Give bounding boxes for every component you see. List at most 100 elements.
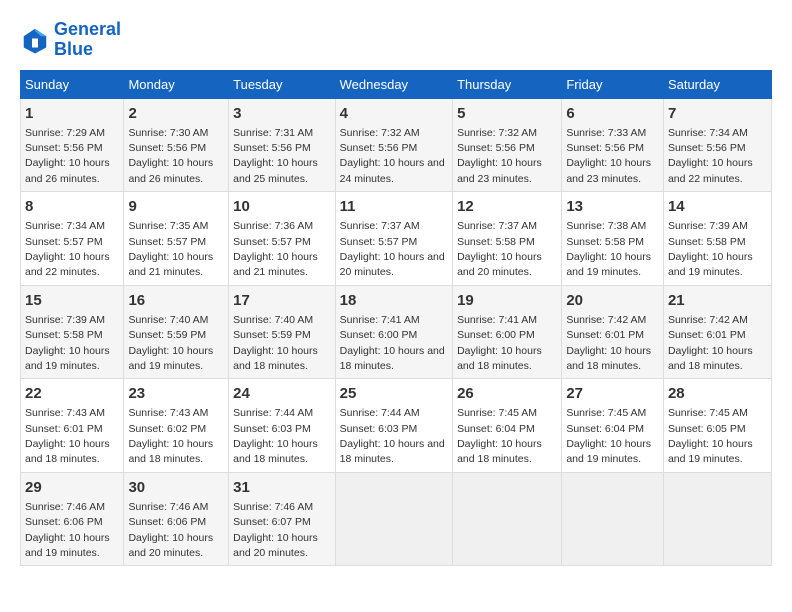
sunrise-info: Sunrise: 7:42 AMSunset: 6:01 PMDaylight:… [566, 314, 651, 372]
sunrise-info: Sunrise: 7:32 AMSunset: 5:56 PMDaylight:… [457, 127, 542, 185]
header-monday: Monday [124, 70, 229, 98]
day-number: 24 [233, 383, 331, 404]
calendar-cell: 11 Sunrise: 7:37 AMSunset: 5:57 PMDayligh… [335, 192, 452, 286]
calendar-cell: 29 Sunrise: 7:46 AMSunset: 6:06 PMDayligh… [21, 472, 124, 566]
calendar-cell: 16 Sunrise: 7:40 AMSunset: 5:59 PMDayligh… [124, 285, 229, 379]
day-number: 19 [457, 290, 557, 311]
calendar-cell: 24 Sunrise: 7:44 AMSunset: 6:03 PMDayligh… [229, 379, 336, 473]
logo-icon [20, 25, 50, 55]
sunrise-info: Sunrise: 7:45 AMSunset: 6:05 PMDaylight:… [668, 407, 753, 465]
sunrise-info: Sunrise: 7:42 AMSunset: 6:01 PMDaylight:… [668, 314, 753, 372]
day-number: 11 [340, 196, 448, 217]
day-number: 14 [668, 196, 767, 217]
day-number: 30 [128, 477, 224, 498]
calendar-table: SundayMondayTuesdayWednesdayThursdayFrid… [20, 70, 772, 567]
calendar-cell: 1 Sunrise: 7:29 AMSunset: 5:56 PMDaylight… [21, 98, 124, 192]
sunrise-info: Sunrise: 7:35 AMSunset: 5:57 PMDaylight:… [128, 220, 213, 278]
day-number: 17 [233, 290, 331, 311]
header-tuesday: Tuesday [229, 70, 336, 98]
day-number: 29 [25, 477, 119, 498]
day-number: 23 [128, 383, 224, 404]
sunrise-info: Sunrise: 7:38 AMSunset: 5:58 PMDaylight:… [566, 220, 651, 278]
calendar-cell: 13 Sunrise: 7:38 AMSunset: 5:58 PMDayligh… [562, 192, 664, 286]
page-header: General Blue [20, 20, 772, 60]
sunrise-info: Sunrise: 7:33 AMSunset: 5:56 PMDaylight:… [566, 127, 651, 185]
calendar-cell: 21 Sunrise: 7:42 AMSunset: 6:01 PMDayligh… [663, 285, 771, 379]
sunrise-info: Sunrise: 7:44 AMSunset: 6:03 PMDaylight:… [340, 407, 445, 465]
sunrise-info: Sunrise: 7:39 AMSunset: 5:58 PMDaylight:… [25, 314, 110, 372]
calendar-cell [335, 472, 452, 566]
calendar-cell: 27Sunrise: 7:45 AMSunset: 6:04 PMDayligh… [562, 379, 664, 473]
day-number: 1 [25, 103, 119, 124]
calendar-row: 8Sunrise: 7:34 AMSunset: 5:57 PMDaylight… [21, 192, 772, 286]
header-sunday: Sunday [21, 70, 124, 98]
sunrise-info: Sunrise: 7:39 AMSunset: 5:58 PMDaylight:… [668, 220, 753, 278]
calendar-row: 22 Sunrise: 7:43 AMSunset: 6:01 PMDayligh… [21, 379, 772, 473]
sunrise-info: Sunrise: 7:31 AMSunset: 5:56 PMDaylight:… [233, 127, 318, 185]
calendar-cell [453, 472, 562, 566]
day-number: 12 [457, 196, 557, 217]
sunrise-info: Sunrise: 7:36 AMSunset: 5:57 PMDaylight:… [233, 220, 318, 278]
day-number: 21 [668, 290, 767, 311]
calendar-cell: 3Sunrise: 7:31 AMSunset: 5:56 PMDaylight… [229, 98, 336, 192]
calendar-row: 1 Sunrise: 7:29 AMSunset: 5:56 PMDaylight… [21, 98, 772, 192]
day-number: 31 [233, 477, 331, 498]
sunrise-info: Sunrise: 7:45 AMSunset: 6:04 PMDaylight:… [457, 407, 542, 465]
day-number: 9 [128, 196, 224, 217]
day-number: 26 [457, 383, 557, 404]
header-row: SundayMondayTuesdayWednesdayThursdayFrid… [21, 70, 772, 98]
day-number: 20 [566, 290, 659, 311]
calendar-cell: 19 Sunrise: 7:41 AMSunset: 6:00 PMDayligh… [453, 285, 562, 379]
calendar-cell: 25Sunrise: 7:44 AMSunset: 6:03 PMDayligh… [335, 379, 452, 473]
calendar-cell: 9 Sunrise: 7:35 AMSunset: 5:57 PMDaylight… [124, 192, 229, 286]
calendar-cell: 14 Sunrise: 7:39 AMSunset: 5:58 PMDayligh… [663, 192, 771, 286]
calendar-cell: 20 Sunrise: 7:42 AMSunset: 6:01 PMDayligh… [562, 285, 664, 379]
day-number: 28 [668, 383, 767, 404]
header-friday: Friday [562, 70, 664, 98]
sunrise-info: Sunrise: 7:32 AMSunset: 5:56 PMDaylight:… [340, 127, 445, 185]
calendar-cell: 31Sunrise: 7:46 AMSunset: 6:07 PMDayligh… [229, 472, 336, 566]
sunrise-info: Sunrise: 7:29 AMSunset: 5:56 PMDaylight:… [25, 127, 110, 185]
calendar-cell: 26 Sunrise: 7:45 AMSunset: 6:04 PMDayligh… [453, 379, 562, 473]
sunrise-info: Sunrise: 7:43 AMSunset: 6:02 PMDaylight:… [128, 407, 213, 465]
day-number: 27 [566, 383, 659, 404]
day-number: 15 [25, 290, 119, 311]
day-number: 10 [233, 196, 331, 217]
day-number: 18 [340, 290, 448, 311]
sunrise-info: Sunrise: 7:46 AMSunset: 6:06 PMDaylight:… [25, 501, 110, 559]
calendar-cell: 10 Sunrise: 7:36 AMSunset: 5:57 PMDayligh… [229, 192, 336, 286]
calendar-cell: 22 Sunrise: 7:43 AMSunset: 6:01 PMDayligh… [21, 379, 124, 473]
sunrise-info: Sunrise: 7:37 AMSunset: 5:57 PMDaylight:… [340, 220, 445, 278]
header-thursday: Thursday [453, 70, 562, 98]
calendar-cell [663, 472, 771, 566]
day-number: 7 [668, 103, 767, 124]
logo-text: General Blue [54, 20, 121, 60]
sunrise-info: Sunrise: 7:44 AMSunset: 6:03 PMDaylight:… [233, 407, 318, 465]
sunrise-info: Sunrise: 7:41 AMSunset: 6:00 PMDaylight:… [457, 314, 542, 372]
sunrise-info: Sunrise: 7:34 AMSunset: 5:57 PMDaylight:… [25, 220, 110, 278]
sunrise-info: Sunrise: 7:37 AMSunset: 5:58 PMDaylight:… [457, 220, 542, 278]
day-number: 22 [25, 383, 119, 404]
calendar-cell: 12 Sunrise: 7:37 AMSunset: 5:58 PMDayligh… [453, 192, 562, 286]
sunrise-info: Sunrise: 7:43 AMSunset: 6:01 PMDaylight:… [25, 407, 110, 465]
day-number: 16 [128, 290, 224, 311]
calendar-cell: 6Sunrise: 7:33 AMSunset: 5:56 PMDaylight… [562, 98, 664, 192]
sunrise-info: Sunrise: 7:30 AMSunset: 5:56 PMDaylight:… [128, 127, 213, 185]
calendar-cell: 23 Sunrise: 7:43 AMSunset: 6:02 PMDayligh… [124, 379, 229, 473]
header-wednesday: Wednesday [335, 70, 452, 98]
calendar-cell: 2Sunrise: 7:30 AMSunset: 5:56 PMDaylight… [124, 98, 229, 192]
sunrise-info: Sunrise: 7:40 AMSunset: 5:59 PMDaylight:… [128, 314, 213, 372]
calendar-cell: 18 Sunrise: 7:41 AMSunset: 6:00 PMDayligh… [335, 285, 452, 379]
calendar-cell: 7 Sunrise: 7:34 AMSunset: 5:56 PMDaylight… [663, 98, 771, 192]
calendar-cell: 5Sunrise: 7:32 AMSunset: 5:56 PMDaylight… [453, 98, 562, 192]
sunrise-info: Sunrise: 7:46 AMSunset: 6:06 PMDaylight:… [128, 501, 213, 559]
sunrise-info: Sunrise: 7:41 AMSunset: 6:00 PMDaylight:… [340, 314, 445, 372]
calendar-row: 29 Sunrise: 7:46 AMSunset: 6:06 PMDayligh… [21, 472, 772, 566]
calendar-cell [562, 472, 664, 566]
day-number: 4 [340, 103, 448, 124]
calendar-cell: 28 Sunrise: 7:45 AMSunset: 6:05 PMDayligh… [663, 379, 771, 473]
day-number: 13 [566, 196, 659, 217]
calendar-row: 15 Sunrise: 7:39 AMSunset: 5:58 PMDayligh… [21, 285, 772, 379]
header-saturday: Saturday [663, 70, 771, 98]
sunrise-info: Sunrise: 7:34 AMSunset: 5:56 PMDaylight:… [668, 127, 753, 185]
